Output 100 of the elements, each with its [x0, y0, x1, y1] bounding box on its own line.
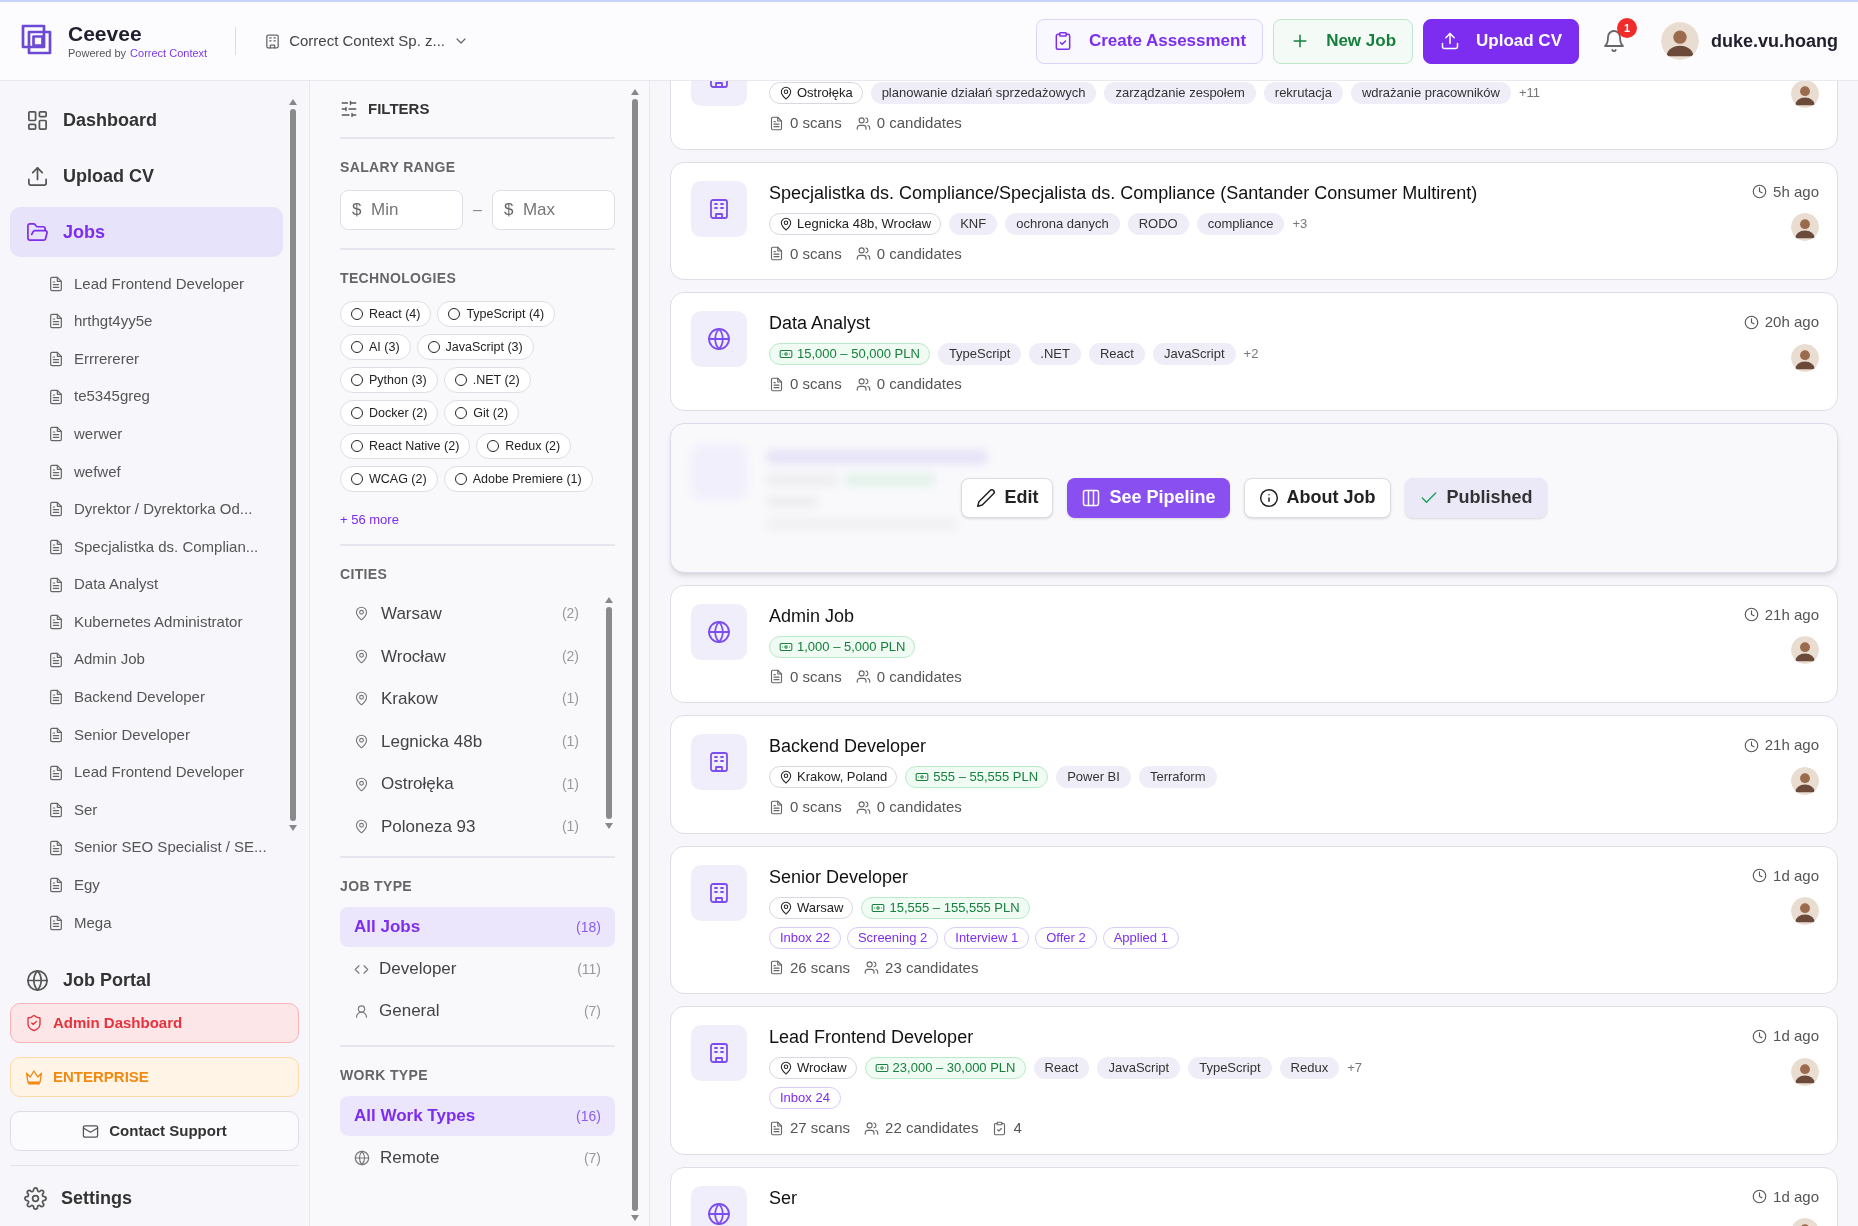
edit-button[interactable]: Edit — [961, 477, 1054, 518]
nav-item[interactable]: Jobs — [10, 207, 283, 257]
contact-support-button[interactable]: Contact Support — [10, 1111, 299, 1151]
pipeline-stage-tag[interactable]: Offer 2 — [1035, 926, 1097, 949]
avatar[interactable] — [1791, 636, 1819, 664]
filter-option[interactable]: Developer (11) — [340, 949, 615, 990]
filter-option[interactable]: All Work Types (16) — [340, 1096, 615, 1137]
job-link[interactable]: hrthgt4yy5e — [48, 302, 283, 341]
technology-chip[interactable]: WCAG (2) — [340, 466, 438, 492]
job-card[interactable]: Edit See Pipeline About Job Published — [670, 422, 1838, 573]
city-option[interactable]: Ostrołęka (1) — [340, 762, 593, 806]
job-link[interactable]: Specjalistka ds. Complian... — [48, 528, 283, 566]
city-option[interactable]: Poloneza 93 (1) — [340, 805, 593, 849]
technology-chip[interactable]: Redux (2) — [476, 433, 572, 459]
city-option[interactable]: Legnicka 48b (1) — [340, 720, 593, 763]
job-card[interactable]: Data Analyst 15,000 – 50,000 PLN TypeScript .NET React JavaScript +2 0 scans 0 candidates 20h ago — [670, 292, 1838, 411]
crown-icon — [25, 1068, 43, 1086]
notifications-button[interactable]: 1 — [1591, 18, 1637, 64]
technology-chip[interactable]: Adobe Premiere (1) — [443, 466, 593, 492]
job-link[interactable]: Senior SEO Specialist / SE... — [48, 828, 283, 867]
nav-item[interactable]: Upload CV — [10, 151, 283, 201]
company-link[interactable]: Correct Context — [130, 46, 208, 60]
technology-chip[interactable]: Docker (2) — [340, 400, 439, 426]
settings-link[interactable]: Settings — [10, 1180, 299, 1216]
username[interactable]: duke.vu.hoang — [1711, 27, 1838, 55]
new-job-button[interactable]: New Job — [1273, 18, 1414, 64]
nav-item[interactable]: Dashboard — [10, 95, 283, 145]
create-assessment-button[interactable]: Create Assessment — [1035, 18, 1264, 64]
job-title[interactable]: Backend Developer — [769, 734, 1722, 758]
filter-option[interactable]: Remote (7) — [340, 1138, 615, 1179]
nav-item[interactable]: Job Portal — [10, 955, 283, 999]
city-option[interactable]: Warsaw (2) — [340, 592, 593, 636]
job-link[interactable]: werwer — [48, 415, 283, 453]
job-card[interactable]: Admin Job 1,000 – 5,000 PLN 0 scans 0 candidates 21h ago — [670, 584, 1838, 703]
about-job-button[interactable]: About Job — [1243, 477, 1391, 518]
job-link[interactable]: Lead Frontend Developer — [48, 753, 283, 792]
technology-chip[interactable]: AI (3) — [340, 334, 411, 360]
job-link[interactable]: Admin Job — [48, 640, 283, 679]
pipeline-stage-tag[interactable]: Applied 1 — [1102, 926, 1179, 949]
job-title[interactable]: Lead Frontend Developer — [769, 1025, 1731, 1049]
technology-chip[interactable]: React Native (2) — [340, 433, 471, 459]
job-title[interactable]: Ser — [769, 1185, 1731, 1210]
see-pipeline-button[interactable]: See Pipeline — [1067, 477, 1230, 518]
pipeline-stage-tag[interactable]: Interview 1 — [944, 926, 1030, 949]
job-title[interactable]: Admin Job — [769, 603, 1722, 628]
job-link[interactable]: Ser — [48, 791, 283, 829]
avatar[interactable] — [1791, 1057, 1819, 1086]
technology-chip[interactable]: Python (3) — [340, 367, 438, 393]
more-technologies-link[interactable]: + 56 more — [340, 510, 615, 530]
avatar[interactable] — [1791, 343, 1819, 372]
company-selector[interactable]: Correct Context Sp. z... — [264, 29, 469, 53]
job-link[interactable]: Mega — [48, 904, 283, 942]
published-button[interactable]: Published — [1404, 477, 1547, 518]
technology-chip[interactable]: TypeScript (4) — [437, 301, 556, 327]
job-link[interactable]: wefwef — [48, 452, 283, 491]
job-link[interactable]: te5345greg — [48, 377, 283, 416]
job-card[interactable]: Ser 1d ago — [670, 1166, 1838, 1226]
filter-option[interactable]: General (7) — [340, 991, 615, 1032]
avatar[interactable] — [1791, 213, 1819, 241]
avatar[interactable] — [1791, 81, 1819, 108]
technology-chip[interactable]: .NET (2) — [443, 367, 531, 393]
job-link[interactable]: Lead Frontend Developer — [48, 265, 283, 303]
avatar[interactable] — [1661, 22, 1699, 60]
job-card[interactable]: Senior Developer Warsaw 15,555 – 155,555 PLN Inbox 22 Screening 2 Interview 1 Offer 2 Applied 1 26 scans 23 candidates 1d ago — [670, 845, 1838, 994]
job-link[interactable]: Data Analyst — [48, 565, 283, 604]
filter-option[interactable]: All Jobs (18) — [340, 907, 615, 948]
posted-time: 20h ago — [1764, 312, 1819, 332]
job-link[interactable]: Kubernetes Administrator — [48, 603, 283, 641]
city-option[interactable]: Krakow (1) — [340, 677, 593, 721]
avatar[interactable] — [1791, 766, 1819, 795]
pin-icon — [354, 776, 369, 792]
technology-chip[interactable]: JavaScript (3) — [416, 334, 534, 360]
job-card[interactable]: Lead Frontend Developer Wrocław 23,000 – 30,000 PLN React JavaScript TypeScript Redux +7 Inbox 24 27 scans 22 candidates 4 1d ago — [670, 1006, 1838, 1155]
job-link[interactable]: Egy — [48, 866, 283, 905]
pipeline-stage-tag[interactable]: Inbox 24 — [769, 1087, 841, 1109]
people-icon — [855, 669, 871, 685]
city-option[interactable]: Wrocław (2) — [340, 635, 593, 678]
building-icon — [707, 196, 731, 221]
skill-tag: JavaScript — [1152, 343, 1236, 365]
posted-time: 5h ago — [1773, 181, 1819, 202]
pipeline-stage-tag[interactable]: Screening 2 — [846, 926, 939, 949]
pipeline-stage-tag[interactable]: Inbox 22 — [769, 926, 841, 949]
admin-dashboard-button[interactable]: Admin Dashboard — [10, 1003, 299, 1043]
location-tag: Krakow, Poland — [769, 766, 898, 788]
job-title[interactable]: Specjalistka ds. Compliance/Specjalista ds. Compliance (Santander Consumer Multirent) — [769, 180, 1731, 205]
technology-chip[interactable]: Git (2) — [444, 400, 520, 426]
technology-chip[interactable]: React (4) — [340, 301, 432, 327]
job-title[interactable]: Senior Developer — [769, 864, 1731, 889]
job-link[interactable]: Backend Developer — [48, 678, 283, 717]
document-icon — [48, 914, 64, 931]
job-card[interactable]: Specjalistka ds. Compliance/Specjalista ds. Compliance (Santander Consumer Multirent) Legnicka 48b, Wrocław KNF ochrona danych RODO compliance +3 0 scans 0 candidates 5h ago — [670, 161, 1838, 280]
job-card[interactable]: Backend Developer Krakow, Poland 555 – 55,555 PLN Power BI Terraform 0 scans 0 candidates 21h ago — [670, 715, 1838, 834]
job-link[interactable]: Errrererer — [48, 340, 283, 378]
job-title[interactable]: Data Analyst — [769, 311, 1722, 335]
avatar[interactable] — [1791, 897, 1819, 925]
job-card[interactable]: Ostrołęka planowanie działań sprzedażowych zarządzanie zespołem rekrutacja wdrażanie pracowników +11 0 scans 0 candidates — [670, 81, 1838, 150]
job-link[interactable]: Senior Developer — [48, 716, 283, 754]
posted-time: 21h ago — [1764, 735, 1819, 755]
job-link[interactable]: Dyrektor / Dyrektorka Od... — [48, 490, 283, 529]
upload-cv-button[interactable]: Upload CV — [1423, 18, 1579, 64]
